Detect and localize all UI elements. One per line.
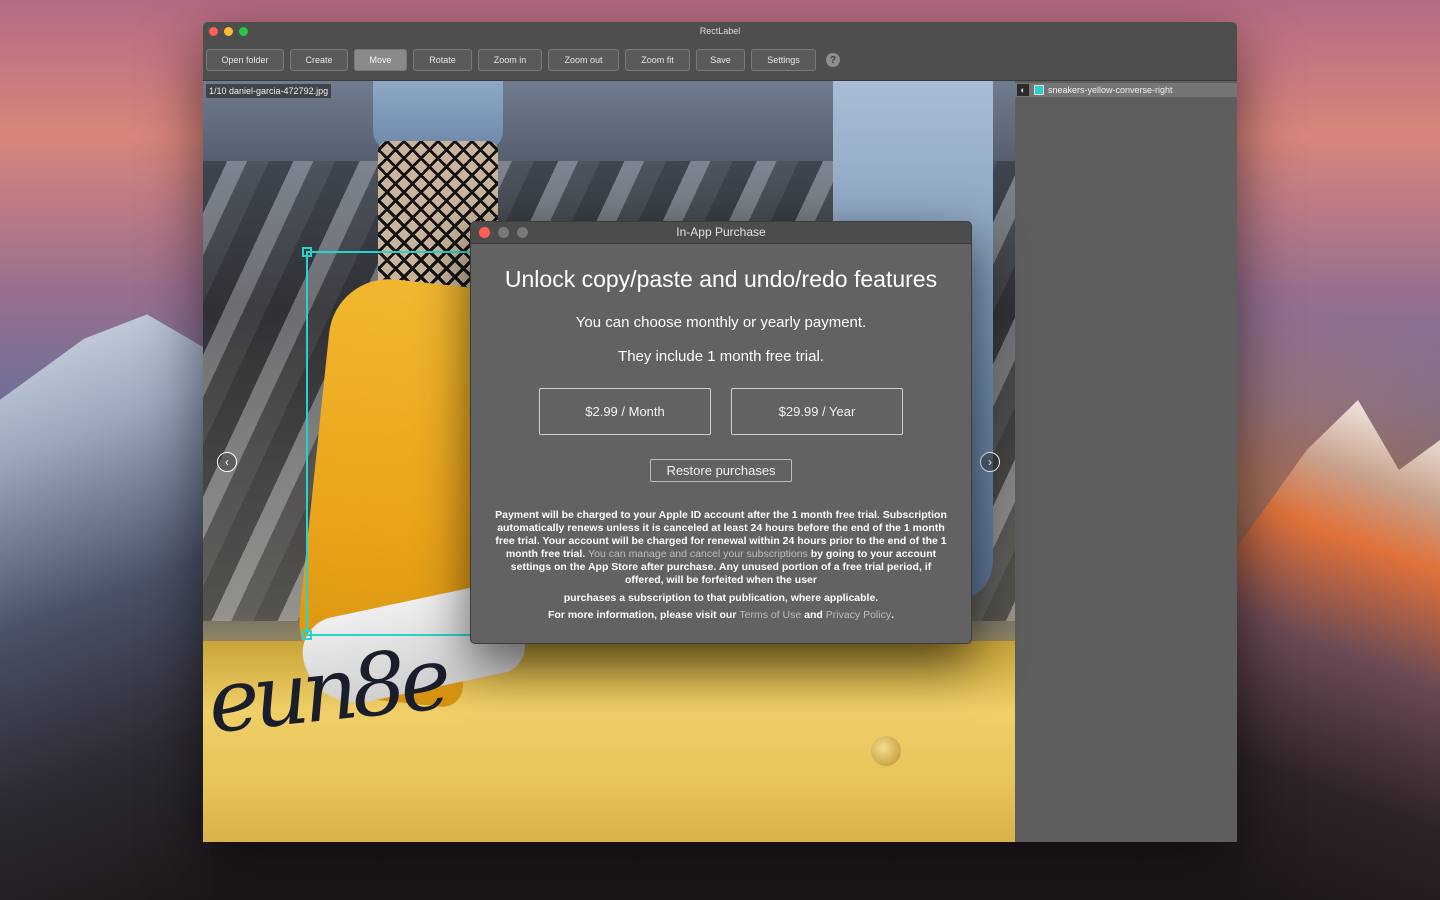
label-color-swatch[interactable]	[1034, 85, 1044, 95]
restore-wrapper: Restore purchases	[471, 459, 971, 482]
wallpaper-mountain-right	[1235, 400, 1440, 900]
more-info-prefix: For more information, please visit our	[547, 609, 737, 621]
contrast-icon[interactable]: ◐	[1017, 84, 1029, 96]
title-bar: RectLabel Open folder Create Move Rotate…	[203, 22, 1237, 81]
label-name: sneakers-yellow-converse-right	[1048, 85, 1173, 95]
dialog-subtitle-payment: You can choose monthly or yearly payment…	[575, 314, 867, 331]
next-image-icon[interactable]: ›	[980, 452, 1000, 472]
move-button[interactable]: Move	[354, 49, 407, 71]
legal-text-d: purchases a subscription to that publica…	[563, 592, 879, 604]
plan-options: $2.99 / Month $29.99 / Year	[471, 388, 971, 435]
monthly-plan-button[interactable]: $2.99 / Month	[539, 388, 711, 435]
dialog-title: In-App Purchase	[676, 225, 766, 239]
toolbar: Open folder Create Move Rotate Zoom in Z…	[206, 49, 840, 71]
zoom-fit-button[interactable]: Zoom fit	[625, 49, 690, 71]
more-info-and: and	[804, 609, 823, 621]
label-list-item[interactable]: ◐ sneakers-yellow-converse-right	[1015, 83, 1237, 97]
window-title: RectLabel	[699, 26, 741, 36]
zoom-out-button[interactable]: Zoom out	[548, 49, 619, 71]
zoom-in-button[interactable]: Zoom in	[478, 49, 542, 71]
save-button[interactable]: Save	[696, 49, 745, 71]
privacy-policy-link[interactable]: Privacy Policy	[826, 609, 891, 621]
in-app-purchase-dialog: In-App Purchase Unlock copy/paste and un…	[470, 221, 972, 644]
legal-text: Payment will be charged to your Apple ID…	[493, 509, 949, 587]
restore-purchases-button[interactable]: Restore purchases	[650, 459, 792, 482]
bbox-handle-bottom-left[interactable]	[302, 630, 312, 640]
photo-bolt	[871, 736, 901, 766]
dialog-headline: Unlock copy/paste and undo/redo features	[504, 266, 938, 292]
help-icon[interactable]: ?	[826, 53, 840, 67]
more-info-line: For more information, please visit our T…	[471, 609, 971, 621]
bbox-handle-top-left[interactable]	[302, 247, 312, 257]
label-sidebar: ◐ sneakers-yellow-converse-right	[1015, 81, 1237, 842]
manage-subscriptions-link[interactable]: You can manage and cancel your subscript…	[588, 548, 808, 560]
rotate-button[interactable]: Rotate	[413, 49, 472, 71]
file-name-label: 1/10 daniel-garcia-472792.jpg	[206, 84, 332, 98]
create-button[interactable]: Create	[290, 49, 348, 71]
settings-button[interactable]: Settings	[751, 49, 816, 71]
yearly-plan-button[interactable]: $29.99 / Year	[731, 388, 903, 435]
open-folder-button[interactable]: Open folder	[206, 49, 284, 71]
more-info-period: .	[891, 609, 895, 621]
dialog-title-bar: In-App Purchase	[471, 222, 971, 244]
wallpaper-mountain-left	[0, 314, 210, 900]
dialog-subtitle-trial: They include 1 month free trial.	[618, 348, 824, 365]
terms-of-use-link[interactable]: Terms of Use	[739, 609, 801, 621]
previous-image-icon[interactable]: ‹	[217, 452, 237, 472]
